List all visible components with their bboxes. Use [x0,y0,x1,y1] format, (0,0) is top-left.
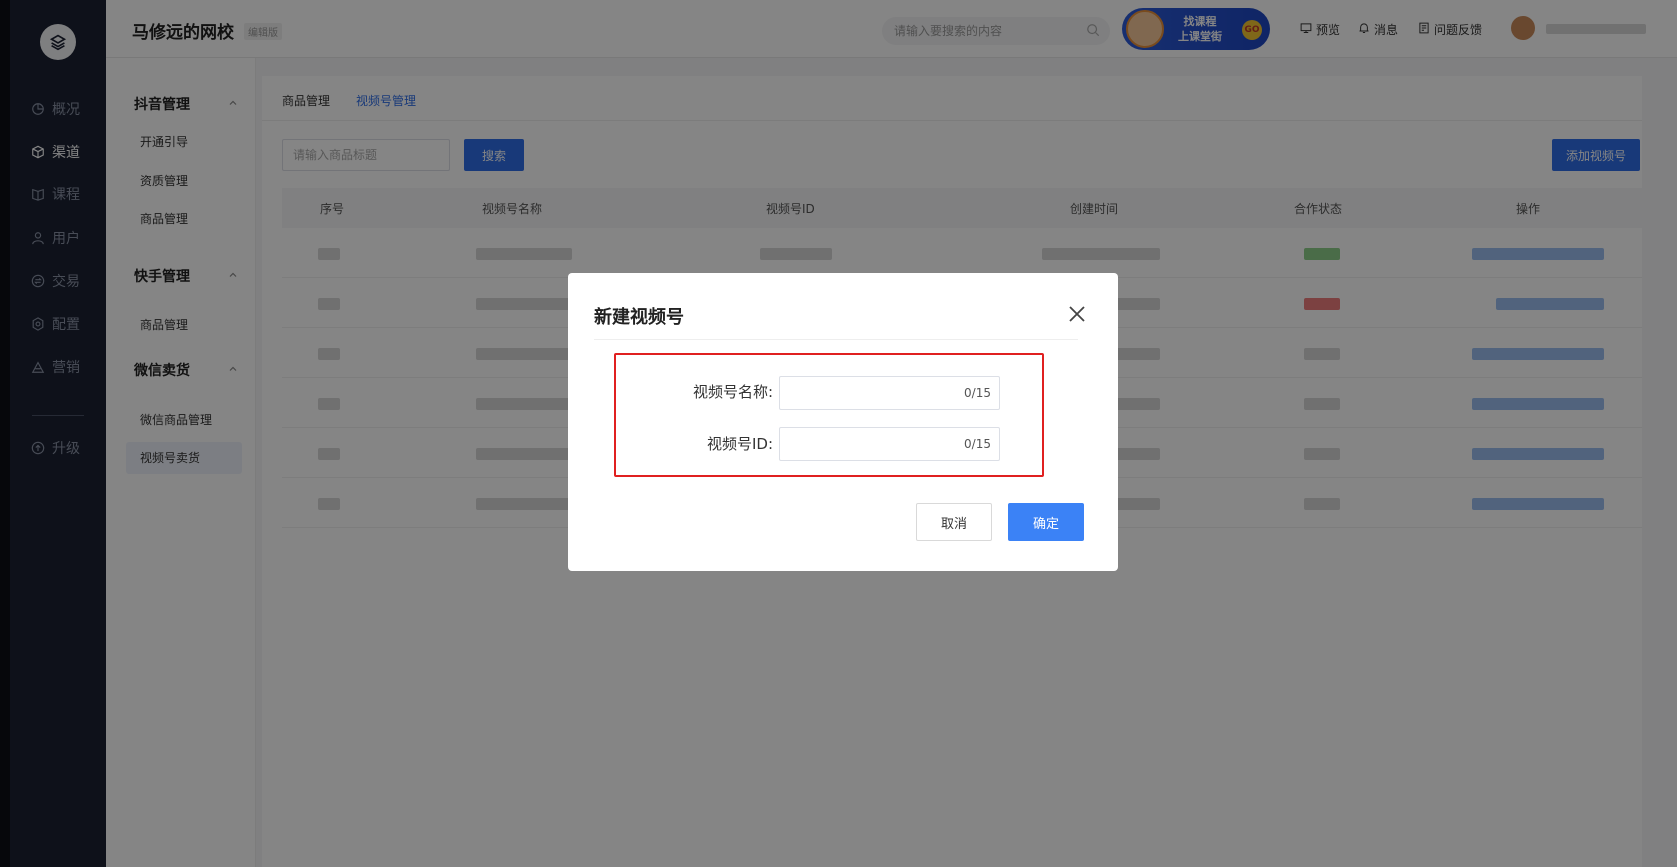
channel-name-field: 0/15 [779,376,1000,410]
cancel-button[interactable]: 取消 [916,503,992,541]
dialog-title: 新建视频号 [594,307,684,328]
channel-id-field: 0/15 [779,427,1000,461]
channel-name-counter: 0/15 [964,386,991,400]
channel-id-label: 视频号ID: [706,435,773,453]
form-highlight-box: 视频号名称: 0/15 视频号ID: 0/15 [614,353,1044,477]
new-channel-dialog: 新建视频号 视频号名称: 0/15 视频号ID: 0/15 取消 确定 [568,273,1118,571]
confirm-button[interactable]: 确定 [1008,503,1084,541]
channel-name-input[interactable] [780,377,950,409]
channel-id-counter: 0/15 [964,437,991,451]
channel-id-input[interactable] [780,428,950,460]
dialog-divider [594,339,1078,340]
channel-name-label: 视频号名称: [692,383,773,401]
close-icon[interactable] [1066,303,1088,325]
